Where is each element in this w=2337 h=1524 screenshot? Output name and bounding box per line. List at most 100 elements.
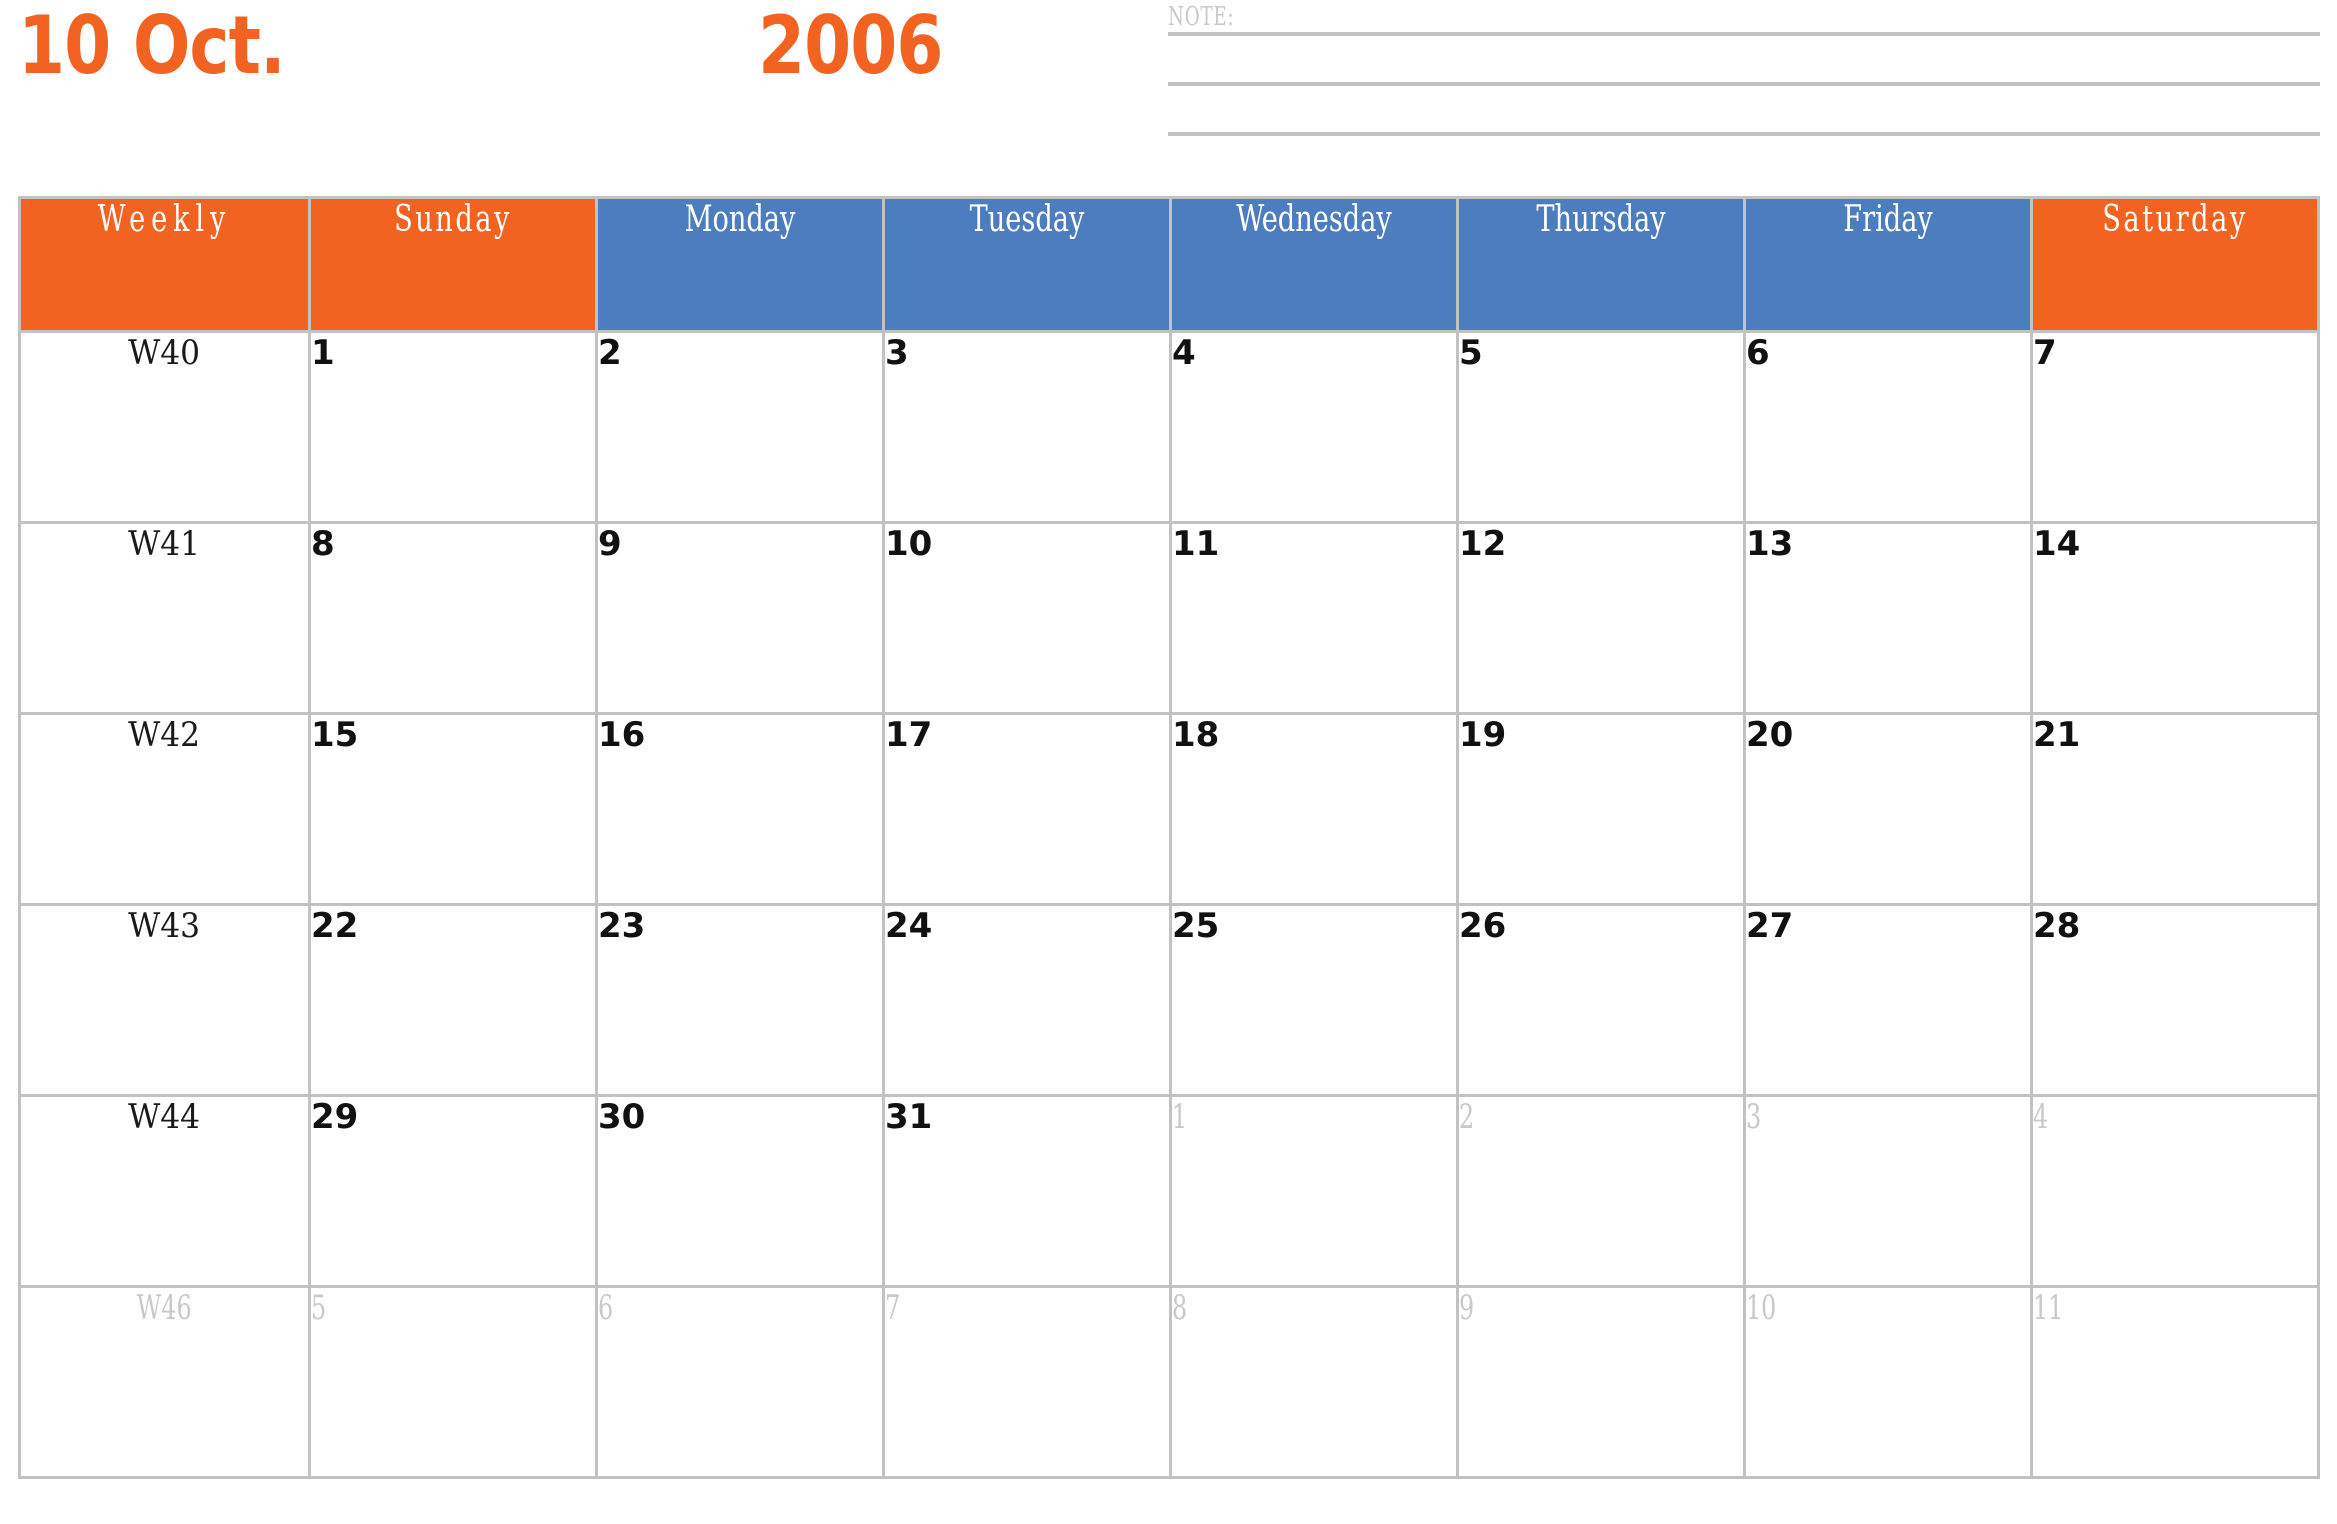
day-number: 3 (885, 333, 909, 373)
day-cell[interactable]: 28 (2030, 903, 2320, 1097)
day-cell[interactable]: 29 (308, 1094, 598, 1288)
week-number-cell: W40 (18, 330, 311, 524)
week-number-cell: W43 (18, 903, 311, 1097)
day-number: 14 (2033, 524, 2081, 564)
calendar-title: 10 Oct. 2006 (18, 0, 1118, 114)
day-cell[interactable]: 12 (1456, 521, 1746, 715)
page-header: 10 Oct. 2006 NOTE: (0, 0, 2337, 196)
day-number: 13 (1746, 524, 1794, 564)
day-cell[interactable]: 14 (2030, 521, 2320, 715)
day-cell[interactable]: 9 (595, 521, 885, 715)
day-number: 20 (1746, 715, 1794, 755)
day-cell[interactable]: 1 (308, 330, 598, 524)
day-cell[interactable]: 1 (1169, 1094, 1459, 1288)
day-number: 9 (598, 524, 622, 564)
column-header-saturday: Saturday (2030, 196, 2320, 333)
day-cell[interactable]: 20 (1743, 712, 2033, 906)
day-number: 19 (1459, 715, 1507, 755)
column-header-friday-label: Friday (1843, 199, 1933, 240)
note-label: NOTE: (1168, 2, 1235, 32)
day-cell[interactable]: 19 (1456, 712, 1746, 906)
day-number: 27 (1746, 906, 1794, 946)
day-cell[interactable]: 4 (2030, 1094, 2320, 1288)
day-number: 6 (598, 1288, 614, 1328)
day-number: 18 (1172, 715, 1220, 755)
day-number: 21 (2033, 715, 2081, 755)
day-number: 10 (885, 524, 933, 564)
note-line-3[interactable] (1168, 132, 2320, 136)
year-title: 2006 (758, 0, 943, 92)
day-cell[interactable]: 27 (1743, 903, 2033, 1097)
day-cell[interactable]: 15 (308, 712, 598, 906)
day-cell[interactable]: 2 (595, 330, 885, 524)
day-cell[interactable]: 8 (308, 521, 598, 715)
column-header-monday: Monday (595, 196, 885, 333)
day-number: 5 (311, 1288, 327, 1328)
day-cell[interactable]: 7 (882, 1285, 1172, 1479)
column-header-tuesday-label: Tuesday (969, 199, 1085, 240)
day-cell[interactable]: 13 (1743, 521, 2033, 715)
note-area: NOTE: (1168, 2, 2320, 136)
column-header-friday: Friday (1743, 196, 2033, 333)
day-cell[interactable]: 6 (595, 1285, 885, 1479)
week-number-label: W46 (137, 1288, 192, 1328)
day-cell[interactable]: 30 (595, 1094, 885, 1288)
day-cell[interactable]: 2 (1456, 1094, 1746, 1288)
day-number: 1 (311, 333, 335, 373)
column-header-tuesday: Tuesday (882, 196, 1172, 333)
column-header-sunday-label: Sunday (394, 199, 512, 240)
week-number-label: W44 (128, 1097, 201, 1137)
day-cell[interactable]: 3 (1743, 1094, 2033, 1288)
day-cell[interactable]: 16 (595, 712, 885, 906)
day-cell[interactable]: 21 (2030, 712, 2320, 906)
calendar-week-row: W43 22 23 24 25 26 27 28 (18, 903, 2320, 1097)
column-header-monday-label: Monday (684, 199, 796, 240)
week-number-cell: W44 (18, 1094, 311, 1288)
day-cell[interactable]: 17 (882, 712, 1172, 906)
day-cell[interactable]: 10 (882, 521, 1172, 715)
day-number: 11 (1172, 524, 1220, 564)
day-cell[interactable]: 22 (308, 903, 598, 1097)
day-number: 6 (1746, 333, 1770, 373)
day-cell[interactable]: 4 (1169, 330, 1459, 524)
day-cell[interactable]: 9 (1456, 1285, 1746, 1479)
day-cell[interactable]: 3 (882, 330, 1172, 524)
day-cell[interactable]: 7 (2030, 330, 2320, 524)
day-cell[interactable]: 6 (1743, 330, 2033, 524)
week-number-label: W40 (128, 333, 201, 373)
day-cell[interactable]: 26 (1456, 903, 1746, 1097)
note-writing-space-1[interactable] (1168, 36, 2320, 82)
column-header-weekly-label: Weekly (97, 199, 232, 240)
day-cell[interactable]: 24 (882, 903, 1172, 1097)
day-number: 23 (598, 906, 646, 946)
day-number: 24 (885, 906, 933, 946)
day-cell[interactable]: 31 (882, 1094, 1172, 1288)
day-number: 9 (1459, 1288, 1475, 1328)
month-title: 10 Oct. (18, 0, 286, 92)
day-cell[interactable]: 23 (595, 903, 885, 1097)
week-number-label: W41 (128, 524, 201, 564)
day-number: 22 (311, 906, 359, 946)
column-header-wednesday-label: Wednesday (1236, 199, 1392, 240)
calendar-body: W40 1 2 3 4 5 6 7 W41 8 9 10 11 12 13 14 W42 15 16 17 18 19 20… (18, 330, 2320, 1479)
calendar-week-row: W44 29 30 31 1 2 3 4 (18, 1094, 2320, 1288)
day-cell[interactable]: 25 (1169, 903, 1459, 1097)
day-number: 17 (885, 715, 933, 755)
day-cell[interactable]: 8 (1169, 1285, 1459, 1479)
day-cell[interactable]: 11 (1169, 521, 1459, 715)
day-cell[interactable]: 11 (2030, 1285, 2320, 1479)
day-number: 5 (1459, 333, 1483, 373)
day-cell[interactable]: 10 (1743, 1285, 2033, 1479)
day-cell[interactable]: 18 (1169, 712, 1459, 906)
note-writing-space-2[interactable] (1168, 86, 2320, 132)
day-number: 8 (311, 524, 335, 564)
column-header-weekly: Weekly (18, 196, 311, 333)
day-cell[interactable]: 5 (1456, 330, 1746, 524)
day-number: 2 (598, 333, 622, 373)
day-number: 31 (885, 1097, 933, 1137)
calendar-week-row: W41 8 9 10 11 12 13 14 (18, 521, 2320, 715)
day-number: 8 (1172, 1288, 1188, 1328)
day-number: 12 (1459, 524, 1507, 564)
column-header-thursday-label: Thursday (1536, 199, 1666, 240)
day-cell[interactable]: 5 (308, 1285, 598, 1479)
